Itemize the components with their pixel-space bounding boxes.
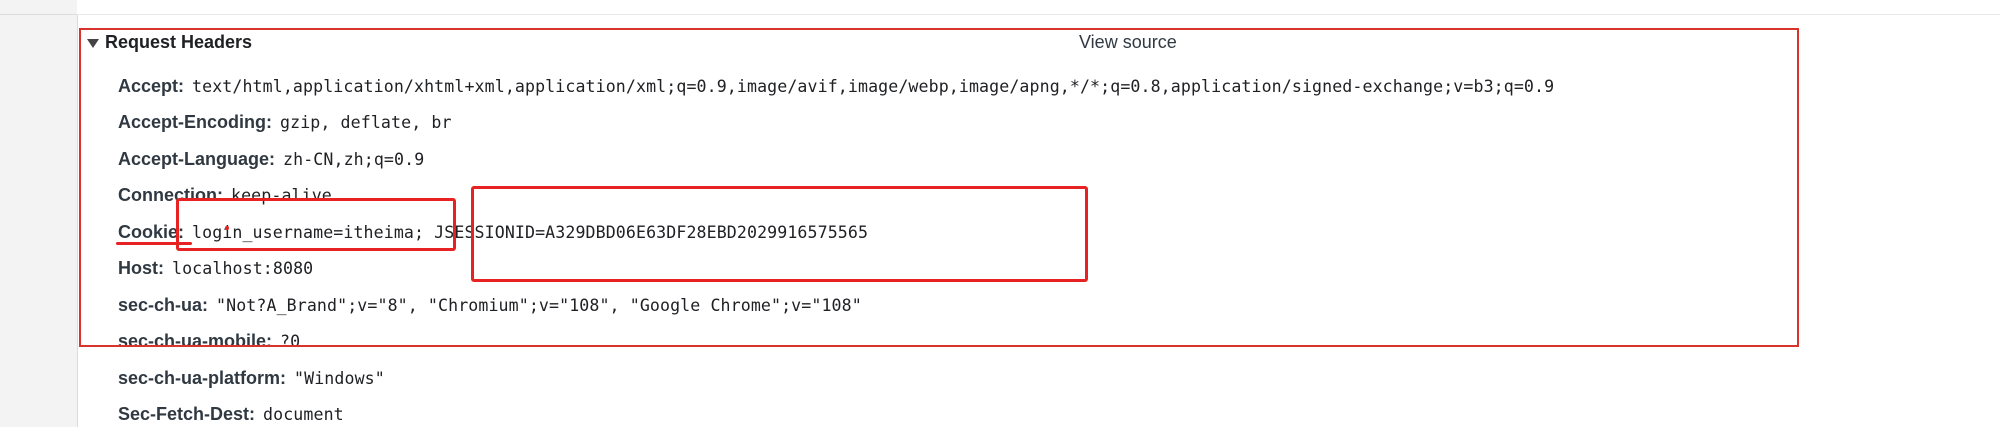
header-key: Connection:	[118, 185, 223, 206]
header-value: zh-CN,zh;q=0.9	[283, 150, 424, 169]
section-title: Request Headers	[105, 32, 252, 53]
view-source-link[interactable]: View source	[1079, 28, 1177, 56]
header-value: "Windows"	[294, 369, 385, 388]
header-row-cookie: Cookie: login_username=itheima; JSESSION…	[118, 214, 1978, 251]
header-row-sec-ch-ua-platform: sec-ch-ua-platform: "Windows"	[118, 360, 1978, 397]
header-value: keep-alive	[231, 186, 332, 205]
header-row-sec-ch-ua: sec-ch-ua: "Not?A_Brand";v="8", "Chromiu…	[118, 287, 1978, 324]
triangle-down-icon	[87, 39, 99, 48]
header-value: login_username=itheima; JSESSIONID=A329D…	[192, 223, 868, 242]
header-row-sec-fetch-dest: Sec-Fetch-Dest: document	[118, 397, 1978, 433]
header-row-accept-language: Accept-Language: zh-CN,zh;q=0.9	[118, 141, 1978, 178]
header-value: localhost:8080	[172, 259, 313, 278]
header-value: gzip, deflate, br	[280, 113, 452, 132]
header-row-sec-ch-ua-mobile: sec-ch-ua-mobile: ?0	[118, 324, 1978, 361]
top-strip	[77, 0, 2000, 15]
header-key: sec-ch-ua:	[118, 295, 208, 316]
header-list: Accept: text/html,application/xhtml+xml,…	[118, 68, 1978, 433]
header-key: Host:	[118, 258, 164, 279]
header-key: Accept:	[118, 76, 184, 97]
header-row-connection: Connection: keep-alive	[118, 178, 1978, 215]
header-key: sec-ch-ua-mobile:	[118, 331, 272, 352]
left-gutter	[0, 0, 78, 427]
header-key: Sec-Fetch-Dest:	[118, 404, 255, 425]
header-key: sec-ch-ua-platform:	[118, 368, 286, 389]
header-value: ?0	[280, 332, 300, 351]
header-value: text/html,application/xhtml+xml,applicat…	[192, 77, 1554, 96]
header-row-accept-encoding: Accept-Encoding: gzip, deflate, br	[118, 105, 1978, 142]
header-key: Cookie:	[118, 222, 184, 243]
header-row-accept: Accept: text/html,application/xhtml+xml,…	[118, 68, 1978, 105]
header-row-host: Host: localhost:8080	[118, 251, 1978, 288]
request-headers-section: Request Headers View source Accept: text…	[77, 22, 2000, 427]
header-key: Accept-Language:	[118, 149, 275, 170]
header-value: document	[263, 405, 344, 424]
header-value: "Not?A_Brand";v="8", "Chromium";v="108",…	[216, 296, 862, 315]
gutter-divider	[0, 14, 77, 15]
header-key: Accept-Encoding:	[118, 112, 272, 133]
request-headers-toggle[interactable]: Request Headers	[87, 28, 252, 56]
